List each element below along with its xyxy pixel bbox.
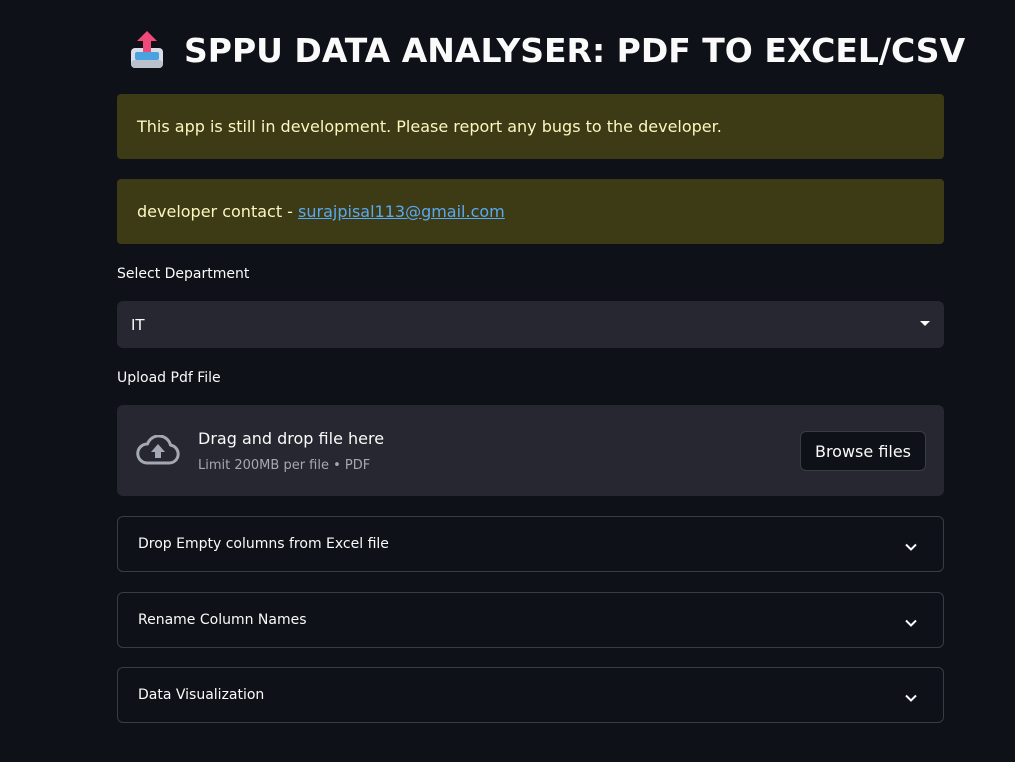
chevron-down-icon: [905, 690, 917, 706]
expander-rename-columns[interactable]: Rename Column Names: [117, 592, 944, 648]
dev-notice-alert: This app is still in development. Please…: [117, 94, 944, 159]
expander-data-visualization[interactable]: Data Visualization: [117, 667, 944, 723]
department-label: Select Department: [117, 266, 250, 282]
browse-files-button[interactable]: Browse files: [800, 431, 926, 471]
expander-label: Drop Empty columns from Excel file: [138, 536, 389, 552]
expander-drop-empty-columns[interactable]: Drop Empty columns from Excel file: [117, 516, 944, 572]
cloud-upload-icon: [135, 434, 181, 471]
app-root: SPPU DATA ANALYSER: PDF TO EXCEL/CSV Thi…: [0, 0, 1015, 762]
dropzone-title: Drag and drop file here: [198, 429, 385, 448]
chevron-down-icon: [905, 615, 917, 631]
contact-prefix: developer contact -: [137, 202, 299, 221]
dev-notice-text: This app is still in development. Please…: [137, 117, 722, 136]
file-dropzone[interactable]: Drag and drop file here Limit 200MB per …: [117, 405, 944, 496]
page-header: SPPU DATA ANALYSER: PDF TO EXCEL/CSV: [128, 26, 965, 74]
expander-label: Rename Column Names: [138, 612, 307, 628]
contact-email-link[interactable]: surajpisal113@gmail.com: [298, 202, 505, 221]
page-title: SPPU DATA ANALYSER: PDF TO EXCEL/CSV: [184, 30, 966, 70]
outbox-tray-icon: [128, 28, 166, 72]
contact-alert: developer contact - surajpisal113@gmail.…: [117, 179, 944, 244]
department-selected-value: IT: [131, 315, 145, 334]
caret-down-icon: [920, 321, 930, 326]
department-select[interactable]: IT: [117, 301, 944, 348]
dropzone-limit: Limit 200MB per file • PDF: [198, 458, 371, 473]
chevron-down-icon: [905, 539, 917, 555]
upload-label: Upload Pdf File: [117, 370, 221, 386]
expander-label: Data Visualization: [138, 687, 265, 703]
